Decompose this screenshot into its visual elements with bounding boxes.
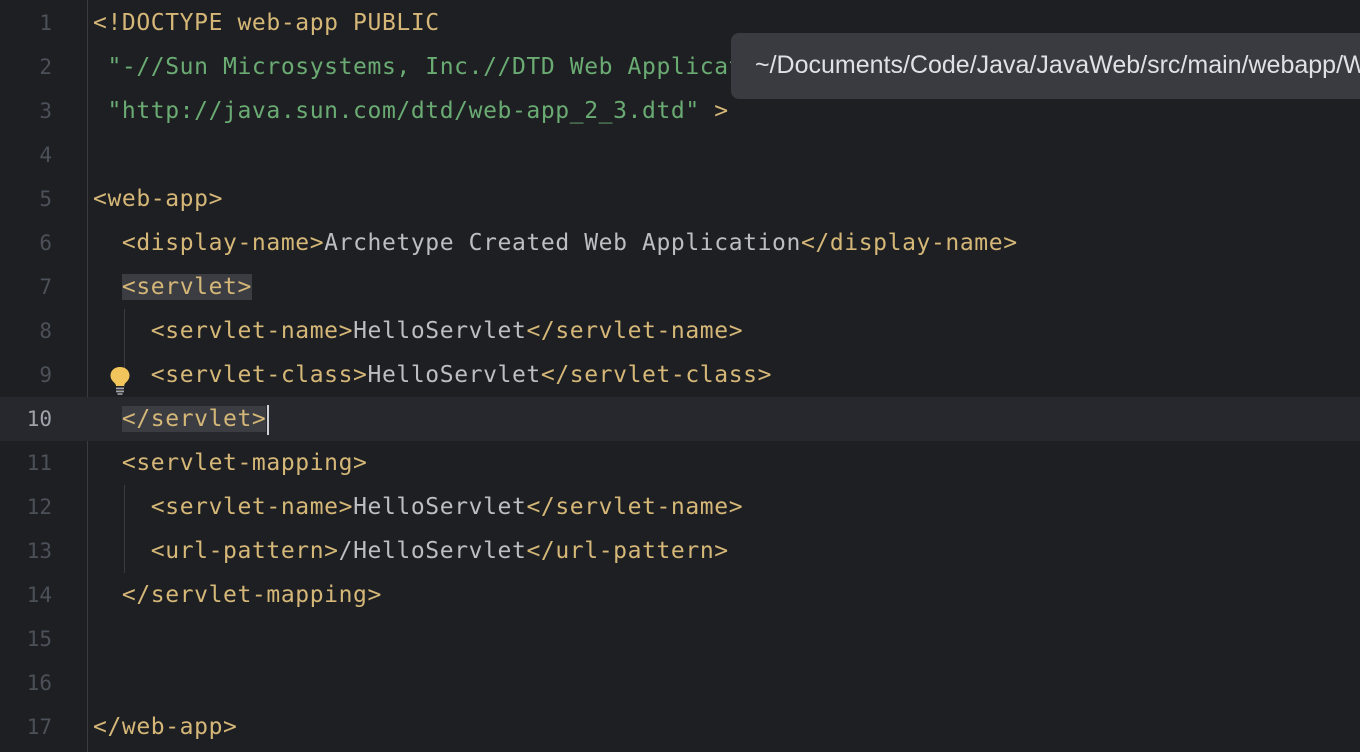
- text-token: Archetype Created Web Application: [324, 230, 801, 256]
- text-caret: [267, 404, 270, 435]
- line-number: 11: [26, 451, 52, 475]
- line-number: 1: [39, 11, 52, 35]
- xml-tag-token: </url-pattern>: [526, 538, 729, 564]
- line-number: 9: [39, 363, 52, 387]
- line-content[interactable]: <servlet-name>HelloServlet</servlet-name…: [93, 309, 743, 353]
- xml-tag-token: <url-pattern>: [150, 538, 339, 564]
- line-number: 15: [26, 627, 52, 651]
- line-number: 14: [26, 583, 52, 607]
- xml-tag-token: <servlet-class>: [150, 362, 368, 388]
- xml-tag-token: </servlet-class>: [540, 362, 773, 388]
- line-content[interactable]: "http://java.sun.com/dtd/web-app_2_3.dtd…: [93, 89, 729, 133]
- line-number: 2: [39, 55, 52, 79]
- line-number: 7: [39, 275, 52, 299]
- xml-tag-token: >: [699, 98, 729, 124]
- code-line[interactable]: 14 </servlet-mapping>: [0, 573, 1360, 617]
- file-path-tooltip: ~/Documents/Code/Java/JavaWeb/src/main/w…: [731, 33, 1360, 99]
- xml-tag-token: </servlet-name>: [526, 494, 744, 520]
- xml-tag-token: </servlet-name>: [526, 318, 744, 344]
- code-line[interactable]: 17 </web-app>: [0, 705, 1360, 749]
- line-number: 16: [26, 671, 52, 695]
- code-line[interactable]: 11 <servlet-mapping>: [0, 441, 1360, 485]
- line-number: 13: [26, 539, 52, 563]
- line-content[interactable]: <!DOCTYPE web-app PUBLIC: [93, 1, 440, 45]
- xml-tag-token: <display-name>: [121, 230, 325, 256]
- xml-tag-token: </web-app>: [93, 714, 238, 740]
- code-line[interactable]: 8 <servlet-name>HelloServlet</servlet-na…: [0, 309, 1360, 353]
- xml-tag-token: <web-app>: [93, 186, 224, 212]
- code-editor[interactable]: 1 <!DOCTYPE web-app PUBLIC 2 "-//Sun Micro…: [0, 0, 1360, 752]
- line-content[interactable]: <servlet-class>HelloServlet</servlet-cla…: [93, 353, 772, 397]
- xml-tag-token: <servlet-name>: [150, 494, 354, 520]
- code-line[interactable]: 12 <servlet-name>HelloServlet</servlet-n…: [0, 485, 1360, 529]
- line-number: 12: [26, 495, 52, 519]
- code-line[interactable]: 6 <display-name>Archetype Created Web Ap…: [0, 221, 1360, 265]
- text-token: HelloServlet: [367, 362, 541, 388]
- line-content[interactable]: <servlet-mapping>: [93, 441, 368, 485]
- line-number: 4: [39, 143, 52, 167]
- line-number: 3: [39, 99, 52, 123]
- code-line[interactable]: 5 <web-app>: [0, 177, 1360, 221]
- line-number: 10: [26, 407, 52, 431]
- text-token: /HelloServlet: [338, 538, 527, 564]
- line-number: 17: [26, 715, 52, 739]
- line-content[interactable]: <display-name>Archetype Created Web Appl…: [93, 221, 1018, 265]
- string-token: "http://java.sun.com/dtd/web-app_2_3.dtd…: [93, 98, 700, 124]
- code-line[interactable]: 15: [0, 617, 1360, 661]
- line-content[interactable]: </web-app>: [93, 705, 237, 749]
- indent-guide-servlet-mapping: [124, 485, 125, 573]
- code-line[interactable]: 4: [0, 133, 1360, 177]
- line-content[interactable]: <url-pattern>/HelloServlet</url-pattern>: [93, 529, 729, 573]
- line-content[interactable]: <servlet>: [93, 265, 252, 309]
- line-content[interactable]: </servlet>: [93, 397, 270, 441]
- line-content[interactable]: <web-app>: [93, 177, 223, 221]
- text-token: HelloServlet: [353, 318, 527, 344]
- xml-tag-token: <servlet>: [121, 274, 252, 300]
- line-number: 8: [39, 319, 52, 343]
- xml-tag-token: </display-name>: [800, 230, 1018, 256]
- line-content[interactable]: <servlet-name>HelloServlet</servlet-name…: [93, 485, 743, 529]
- code-line[interactable]: 13 <url-pattern>/HelloServlet</url-patte…: [0, 529, 1360, 573]
- xml-tag-token: <servlet-mapping>: [121, 450, 368, 476]
- text-token: HelloServlet: [353, 494, 527, 520]
- line-number: 6: [39, 231, 52, 255]
- code-line[interactable]: 16: [0, 661, 1360, 705]
- line-content[interactable]: </servlet-mapping>: [93, 573, 382, 617]
- code-line[interactable]: 9 <servlet-class>HelloServlet</servlet-c…: [0, 353, 1360, 397]
- xml-tag-token: </servlet>: [121, 406, 267, 432]
- code-line[interactable]: 7 <servlet>: [0, 265, 1360, 309]
- code-line[interactable]: 10 </servlet>: [0, 397, 1360, 441]
- xml-tag-token: <servlet-name>: [150, 318, 354, 344]
- xml-tag-token: </servlet-mapping>: [121, 582, 382, 608]
- line-number: 5: [39, 187, 52, 211]
- xml-tag-token: <!DOCTYPE web-app PUBLIC: [93, 10, 440, 36]
- lightbulb-icon[interactable]: [108, 365, 132, 395]
